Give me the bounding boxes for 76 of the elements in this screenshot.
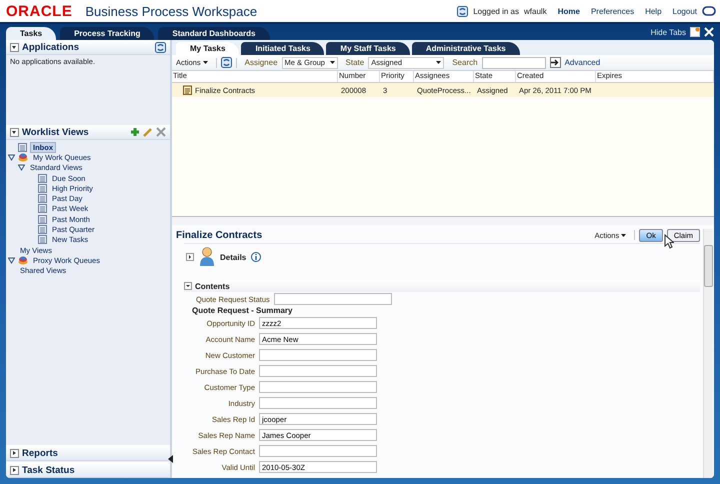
delete-icon[interactable] <box>156 127 166 137</box>
sub-tab[interactable]: My Staff Tasks <box>326 42 410 55</box>
input-field[interactable] <box>259 445 377 457</box>
header-link[interactable]: Help <box>645 6 662 16</box>
expand-toggle-icon[interactable] <box>8 154 15 161</box>
caret-icon <box>436 61 442 64</box>
list-icon <box>38 184 47 193</box>
hide-tabs-link[interactable]: Hide Tabs <box>650 28 686 36</box>
list-icon <box>18 142 27 152</box>
logged-in-label: Logged in as <box>473 6 520 16</box>
section-header[interactable]: Applications <box>6 40 170 55</box>
refresh-icon[interactable] <box>457 6 468 16</box>
go-button[interactable] <box>550 57 561 68</box>
top-tab[interactable]: Tasks <box>6 27 56 40</box>
section-title: Worklist Views <box>22 126 89 138</box>
scrollbar-thumb[interactable] <box>704 245 713 287</box>
assignee-label: Assignee <box>244 58 278 67</box>
toggle-icon[interactable] <box>10 128 19 136</box>
sub-tab[interactable]: My Tasks <box>176 42 240 55</box>
search-field[interactable] <box>482 56 546 68</box>
section-title: Quote Request - Summary <box>191 306 294 317</box>
add-icon[interactable] <box>130 127 140 137</box>
input-field[interactable] <box>274 293 392 305</box>
note-icon[interactable] <box>690 27 700 37</box>
header-link[interactable]: Preferences <box>590 6 634 16</box>
stack-icon <box>18 152 28 162</box>
list-icon <box>38 174 47 183</box>
section-header[interactable]: Reports <box>6 445 170 461</box>
section-title: Task Status <box>22 464 75 476</box>
close-icon[interactable] <box>704 27 714 37</box>
list-icon <box>38 214 47 224</box>
stack-icon <box>18 256 28 265</box>
caret-icon <box>621 234 626 236</box>
section-header[interactable]: Task Status <box>6 462 170 478</box>
top-tab[interactable]: Standard Dashboards <box>158 27 270 40</box>
search-label: Search <box>452 58 478 67</box>
caret-icon <box>330 61 335 64</box>
list-icon <box>38 194 47 204</box>
list-icon <box>38 225 47 234</box>
user-name: wfaulk <box>524 6 547 16</box>
task-title: Finalize Contracts <box>176 230 262 240</box>
person-icon <box>199 247 215 267</box>
refresh-icon[interactable] <box>220 57 232 68</box>
app-title: Business Process Workspace <box>85 4 258 18</box>
list-icon <box>38 235 47 244</box>
refresh-icon[interactable] <box>155 42 166 52</box>
toggle-icon[interactable] <box>10 448 19 458</box>
input-field[interactable] <box>259 365 377 377</box>
top-tab[interactable]: Process Tracking <box>60 27 154 40</box>
oracle-ring-icon <box>702 6 716 16</box>
expand-toggle-icon[interactable] <box>8 256 15 264</box>
caret-icon <box>202 61 208 64</box>
info-icon[interactable] <box>251 252 262 262</box>
cursor-icon <box>664 234 674 249</box>
section-title: Contents <box>195 282 230 290</box>
toggle-icon[interactable] <box>10 42 19 52</box>
list-icon <box>38 204 47 214</box>
pencil-icon[interactable] <box>143 127 153 137</box>
state-label: State <box>346 58 364 67</box>
expand-toggle-icon[interactable] <box>184 282 192 290</box>
header-link[interactable]: Logout <box>672 6 697 16</box>
header-link[interactable]: Home <box>558 6 580 16</box>
oracle-logo: ORACLE <box>6 2 72 20</box>
section-title: Details <box>220 252 246 262</box>
input-field[interactable] <box>259 381 377 393</box>
section-title: Reports <box>22 448 58 458</box>
sub-tab[interactable]: Initiated Tasks <box>241 42 324 55</box>
input-field[interactable] <box>259 349 377 361</box>
section-title: Applications <box>22 42 80 52</box>
toggle-icon[interactable] <box>10 466 19 474</box>
task-icon <box>183 85 192 95</box>
input-field[interactable] <box>259 397 377 409</box>
expand-toggle-icon[interactable] <box>186 253 194 261</box>
advanced-link[interactable]: Advanced <box>564 58 600 67</box>
expand-toggle-icon[interactable] <box>18 164 25 172</box>
sub-tab[interactable]: Administrative Tasks <box>412 42 520 55</box>
